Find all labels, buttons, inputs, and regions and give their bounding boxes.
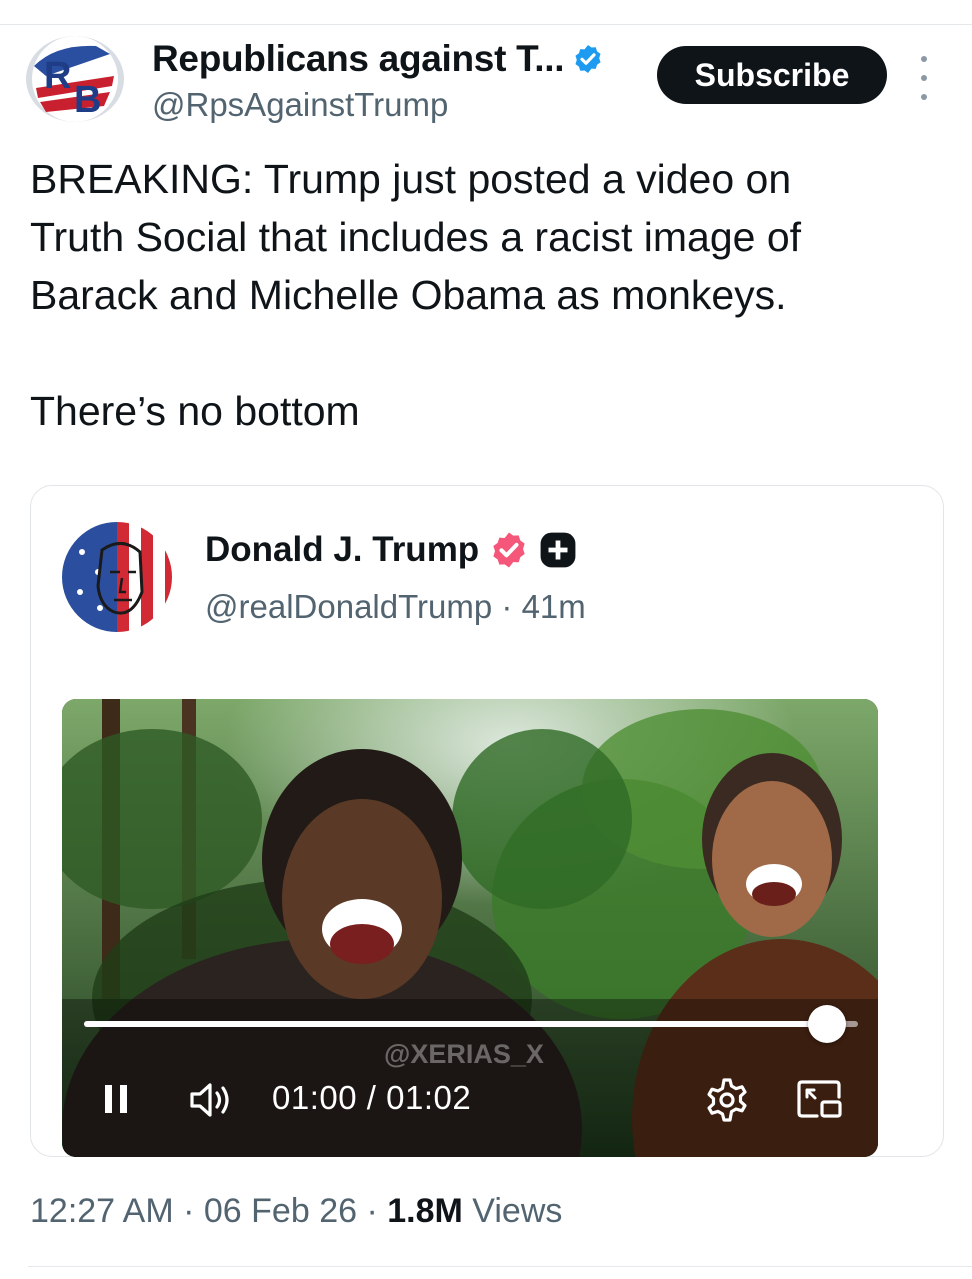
quoted-author-handle[interactable]: @realDonaldTrump: [205, 588, 492, 625]
settings-gear-icon[interactable]: [704, 1077, 750, 1123]
subscribe-button[interactable]: Subscribe: [657, 46, 887, 104]
meta-separator: ·: [183, 1192, 195, 1230]
tweet-meta: 12:27 AM · 06 Feb 26 · 1.8M Views: [30, 1192, 562, 1231]
video-duration: 01:02: [386, 1079, 472, 1116]
tweet-text-line: Barack and Michelle Obama as monkeys.: [30, 272, 787, 318]
author-avatar[interactable]: R B: [26, 36, 124, 122]
tweet-text-tail: There’s no bottom: [30, 388, 360, 434]
tweet-author[interactable]: Republicans against T... @RpsAgainstTrum…: [152, 38, 604, 124]
bottom-divider: [28, 1266, 972, 1267]
more-icon[interactable]: [912, 56, 936, 100]
quoted-author-meta: @realDonaldTrump · 41m: [205, 588, 586, 626]
tweet-text: BREAKING: Trump just posted a video on T…: [30, 150, 940, 440]
meta-separator: ·: [501, 588, 513, 625]
video-controls: 01:00 / 01:02: [62, 1069, 878, 1131]
author-handle[interactable]: @RpsAgainstTrump: [152, 86, 604, 124]
volume-icon[interactable]: [189, 1081, 235, 1119]
verified-badge-icon: [575, 45, 601, 73]
video-progress-bar[interactable]: [84, 1005, 858, 1043]
logo-letter-b: B: [74, 79, 101, 121]
video-player[interactable]: @XERIAS_X 01:00 / 01:02: [62, 699, 878, 1157]
author-name[interactable]: Republicans against T...: [152, 38, 565, 80]
quoted-author-name[interactable]: Donald J. Trump: [205, 530, 479, 570]
views-label: Views: [472, 1192, 563, 1230]
quoted-author[interactable]: Donald J. Trump @realDonaldTrump · 41m: [205, 530, 586, 626]
video-time: 01:00 / 01:02: [272, 1079, 471, 1117]
tweet-date[interactable]: 06 Feb 26: [204, 1192, 357, 1230]
quoted-author-avatar[interactable]: [62, 522, 172, 632]
post-age: 41m: [521, 588, 586, 625]
meta-separator: ·: [366, 1192, 378, 1230]
tweet-text-line: Truth Social that includes a racist imag…: [30, 214, 802, 260]
video-time-separator: /: [357, 1079, 387, 1116]
picture-in-picture-icon[interactable]: [795, 1079, 843, 1119]
logo-letter-r: R: [44, 55, 71, 97]
views-count: 1.8M: [387, 1192, 463, 1230]
plus-icon: [540, 532, 576, 568]
pause-icon[interactable]: [102, 1081, 132, 1117]
truth-verified-badge-icon: [493, 532, 525, 568]
video-watermark: @XERIAS_X: [384, 1039, 544, 1069]
video-progress-handle[interactable]: [808, 1005, 847, 1043]
tweet-time[interactable]: 12:27 AM: [30, 1192, 174, 1230]
tweet-text-line: BREAKING: Trump just posted a video on: [30, 156, 792, 202]
video-current-time: 01:00: [272, 1079, 358, 1116]
video-progress-fill: [84, 1021, 828, 1027]
top-divider: [0, 24, 972, 25]
